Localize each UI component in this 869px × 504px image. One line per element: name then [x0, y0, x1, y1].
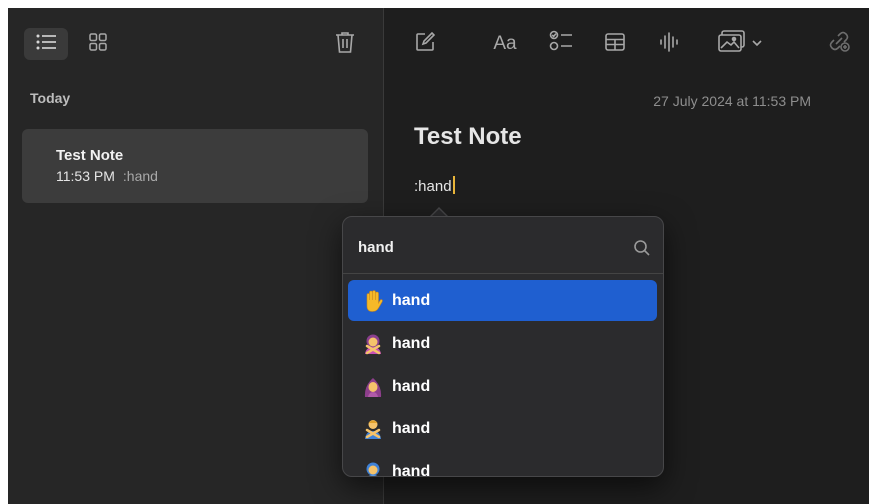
format-button[interactable]: Aa: [488, 30, 522, 58]
emoji-result-item[interactable]: hand: [348, 280, 657, 321]
emoji-picker-popup: hand hand hand hand hand hand: [342, 216, 664, 477]
emoji-result-label: hand: [392, 291, 431, 309]
search-icon: [633, 239, 651, 257]
sidebar: Today Test Note 11:53 PM :hand: [8, 8, 384, 504]
gallery-view-icon: [89, 32, 107, 56]
new-note-button[interactable]: [410, 30, 440, 58]
checklist-icon: [549, 29, 573, 58]
list-view-icon: [36, 34, 56, 55]
chevron-down-icon: [752, 34, 762, 52]
person-partial-icon: [362, 461, 384, 476]
note-item-preview: :hand: [122, 168, 158, 184]
delete-button[interactable]: [330, 28, 360, 60]
gallery-view-button[interactable]: [83, 30, 113, 58]
emoji-result-label: hand: [392, 377, 431, 395]
table-icon: [605, 32, 625, 56]
emoji-result-item[interactable]: hand: [348, 323, 657, 364]
note-timestamp: 27 July 2024 at 11:53 PM: [653, 93, 811, 109]
compose-icon: [415, 31, 436, 57]
emoji-result-label: hand: [392, 334, 431, 352]
table-button[interactable]: [601, 30, 629, 58]
record-audio-button[interactable]: [656, 30, 682, 58]
list-view-button[interactable]: [24, 28, 68, 60]
note-body-text: :hand: [414, 178, 452, 195]
checklist-button[interactable]: [547, 28, 575, 58]
person-crossed-arms-icon: [362, 418, 384, 440]
emoji-result-item[interactable]: hand: [348, 451, 657, 477]
note-item-time: 11:53 PM: [56, 168, 115, 184]
note-title[interactable]: Test Note: [414, 123, 522, 151]
raised-hand-icon: [362, 289, 384, 312]
emoji-result-label: hand: [392, 462, 431, 477]
audio-icon: [660, 31, 678, 57]
note-item-title: Test Note: [56, 147, 124, 164]
insert-media-button[interactable]: [712, 28, 768, 58]
section-heading-today: Today: [30, 90, 71, 106]
collaborate-link-button[interactable]: [824, 28, 854, 58]
emoji-result-item[interactable]: hand: [348, 366, 657, 407]
note-list-item[interactable]: Test Note 11:53 PM :hand: [22, 129, 368, 203]
emoji-search-query[interactable]: hand: [358, 239, 394, 256]
emoji-result-label: hand: [392, 419, 431, 437]
emoji-search-bar[interactable]: hand: [343, 217, 663, 274]
link-icon: [827, 29, 851, 58]
note-body[interactable]: :hand: [414, 176, 455, 195]
woman-with-headscarf-icon: [362, 376, 384, 398]
notes-window: Today Test Note 11:53 PM :hand Aa 27 Jul…: [8, 8, 869, 504]
text-caret: [452, 176, 455, 194]
media-icon: [718, 29, 746, 57]
format-label: Aa: [493, 33, 517, 54]
trash-icon: [335, 31, 355, 58]
note-item-meta: 11:53 PM :hand: [56, 168, 158, 184]
person-gesturing-no-icon: [362, 333, 384, 355]
emoji-result-item[interactable]: hand: [348, 408, 657, 449]
